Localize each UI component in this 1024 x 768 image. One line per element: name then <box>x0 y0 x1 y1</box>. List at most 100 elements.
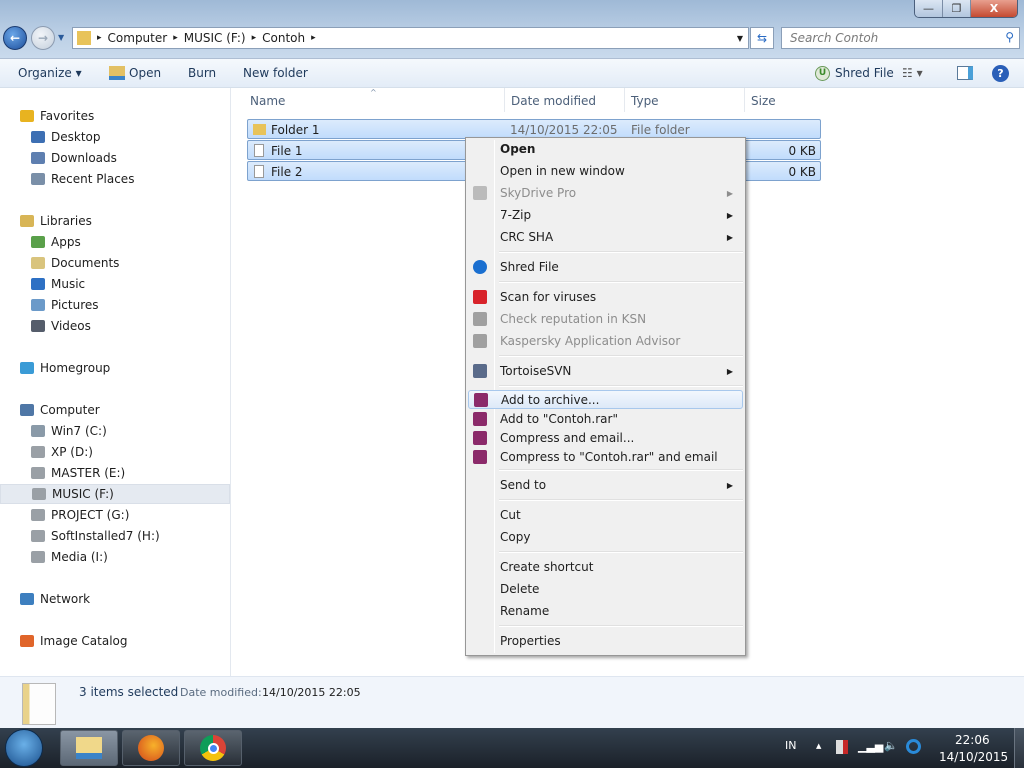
nav-item-downloads[interactable]: Downloads <box>0 148 230 168</box>
nav-item-libraries[interactable]: Libraries <box>0 211 230 231</box>
apps-icon <box>31 236 45 248</box>
volume-icon[interactable]: 🔈 <box>884 739 898 752</box>
nav-item-label: Apps <box>51 235 81 249</box>
menu-item-add-to-contoh-rar[interactable]: Add to "Contoh.rar" <box>468 409 743 428</box>
shred-tray-icon[interactable] <box>906 739 921 754</box>
breadcrumb-computer[interactable]: Computer <box>108 31 168 45</box>
date-modified-label: Date modified: <box>180 686 262 699</box>
menu-item-shred-file[interactable]: Shred File <box>468 256 743 278</box>
menu-item-create-shortcut[interactable]: Create shortcut <box>468 556 743 578</box>
menu-item-delete[interactable]: Delete <box>468 578 743 600</box>
clock-time[interactable]: 22:06 <box>955 733 990 747</box>
column-size[interactable]: Size <box>751 94 776 108</box>
nav-item-image-catalog[interactable]: Image Catalog <box>0 631 230 651</box>
menu-item-cut[interactable]: Cut <box>468 504 743 526</box>
clock-date[interactable]: 14/10/2015 <box>939 750 1008 764</box>
menu-item-compress-and-email[interactable]: Compress and email... <box>468 428 743 447</box>
open-button[interactable]: Open <box>129 66 161 80</box>
file-size: 0 KB <box>788 144 816 158</box>
menu-item-kaspersky-application-advisor[interactable]: Kaspersky Application Advisor <box>468 330 743 352</box>
search-icon[interactable]: ⚲ <box>1005 30 1014 44</box>
show-hidden-icons-button[interactable]: ▲ <box>816 742 821 750</box>
menu-item-scan-for-viruses[interactable]: Scan for viruses <box>468 286 743 308</box>
file-row-folder-1[interactable]: Folder 1 14/10/2015 22:05 File folder <box>247 119 821 139</box>
menu-item-send-to[interactable]: Send to ▶ <box>468 474 743 496</box>
preview-pane-button[interactable] <box>957 66 973 80</box>
show-desktop-button[interactable] <box>1014 728 1024 768</box>
image-catalog-icon <box>20 635 34 647</box>
organize-button[interactable]: Organize ▾ <box>18 66 82 80</box>
nav-item-apps[interactable]: Apps <box>0 232 230 252</box>
nav-item-media-i[interactable]: Media (I:) <box>0 547 230 567</box>
menu-item-copy[interactable]: Copy <box>468 526 743 548</box>
address-dropdown-icon[interactable]: ▼ <box>737 34 743 43</box>
action-center-icon[interactable] <box>836 740 848 754</box>
nav-item-softinstalled7-h[interactable]: SoftInstalled7 (H:) <box>0 526 230 546</box>
taskbar-firefox[interactable] <box>122 730 180 766</box>
nav-item-music-f[interactable]: MUSIC (F:) <box>0 484 230 504</box>
breadcrumb-music[interactable]: MUSIC (F:) <box>184 31 246 45</box>
back-button[interactable]: ← <box>3 26 27 50</box>
menu-item-add-to-archive[interactable]: Add to archive... <box>468 390 743 409</box>
menu-item-skydrive-pro[interactable]: SkyDrive Pro ▶ <box>468 182 743 204</box>
menu-item-tortoisesvn[interactable]: TortoiseSVN ▶ <box>468 360 743 382</box>
search-input[interactable]: Search Contoh ⚲ <box>781 27 1020 49</box>
menu-item-open[interactable]: Open <box>468 138 743 160</box>
start-button[interactable] <box>5 729 43 767</box>
new-folder-button[interactable]: New folder <box>243 66 308 80</box>
submenu-arrow-icon: ▶ <box>726 232 733 242</box>
nav-item-music[interactable]: Music <box>0 274 230 294</box>
shred-file-icon: U <box>815 66 830 81</box>
libraries-icon <box>20 215 34 227</box>
nav-item-documents[interactable]: Documents <box>0 253 230 273</box>
menu-item-label: Open <box>500 142 536 156</box>
language-indicator[interactable]: IN <box>785 739 796 752</box>
menu-item-crc-sha[interactable]: CRC SHA ▶ <box>468 226 743 248</box>
nav-item-network[interactable]: Network <box>0 589 230 609</box>
nav-item-videos[interactable]: Videos <box>0 316 230 336</box>
nav-item-computer[interactable]: Computer <box>0 400 230 420</box>
menu-item-properties[interactable]: Properties <box>468 630 743 652</box>
menu-item-7-zip[interactable]: 7-Zip ▶ <box>468 204 743 226</box>
network-signal-icon[interactable]: ▁▃▅ <box>858 740 883 753</box>
shred-file-button[interactable]: Shred File <box>835 66 894 80</box>
menu-item-label: Rename <box>500 604 550 618</box>
forward-button[interactable]: → <box>31 26 55 50</box>
help-button[interactable]: ? <box>992 65 1009 82</box>
menu-item-rename[interactable]: Rename <box>468 600 743 622</box>
refresh-button[interactable]: ⇆ <box>750 27 774 49</box>
column-name[interactable]: Name <box>250 94 285 108</box>
nav-item-xp-d[interactable]: XP (D:) <box>0 442 230 462</box>
column-type[interactable]: Type <box>631 94 659 108</box>
column-date-modified[interactable]: Date modified <box>511 94 596 108</box>
address-bar[interactable]: ▸ Computer ▸ MUSIC (F:) ▸ Contoh ▸ ▼ <box>72 27 749 49</box>
nav-item-recent-places[interactable]: Recent Places <box>0 169 230 189</box>
menu-item-open-in-new-window[interactable]: Open in new window <box>468 160 743 182</box>
nav-item-master-e[interactable]: MASTER (E:) <box>0 463 230 483</box>
winrar-icon <box>473 449 487 464</box>
nav-item-project-g[interactable]: PROJECT (G:) <box>0 505 230 525</box>
nav-item-favorites[interactable]: Favorites <box>0 106 230 126</box>
menu-item-compress-to-contoh-rar-and-email[interactable]: Compress to "Contoh.rar" and email <box>468 447 743 466</box>
recent-pages-dropdown[interactable]: ▼ <box>58 33 64 42</box>
nav-item-desktop[interactable]: Desktop <box>0 127 230 147</box>
nav-item-win7-c[interactable]: Win7 (C:) <box>0 421 230 441</box>
taskbar-chrome[interactable] <box>184 730 242 766</box>
menu-item-check-reputation-in-ksn[interactable]: Check reputation in KSN <box>468 308 743 330</box>
taskbar-explorer[interactable] <box>60 730 118 766</box>
winrar-icon <box>473 411 487 426</box>
nav-item-homegroup[interactable]: Homegroup <box>0 358 230 378</box>
kaspersky-icon <box>473 312 487 326</box>
folder-icon <box>77 31 91 45</box>
crumb-separator: ▸ <box>173 33 178 43</box>
restore-button[interactable]: ❐ <box>943 0 972 17</box>
nav-item-pictures[interactable]: Pictures <box>0 295 230 315</box>
date-modified-value: 14/10/2015 22:05 <box>262 686 361 699</box>
file-size: 0 KB <box>788 165 816 179</box>
change-view-button[interactable]: ☷ ▾ <box>902 66 923 80</box>
burn-button[interactable]: Burn <box>188 66 216 80</box>
minimize-button[interactable]: — <box>915 0 944 17</box>
close-button[interactable]: X <box>971 0 1017 17</box>
nav-item-label: PROJECT (G:) <box>51 508 130 522</box>
breadcrumb-contoh[interactable]: Contoh <box>262 31 305 45</box>
